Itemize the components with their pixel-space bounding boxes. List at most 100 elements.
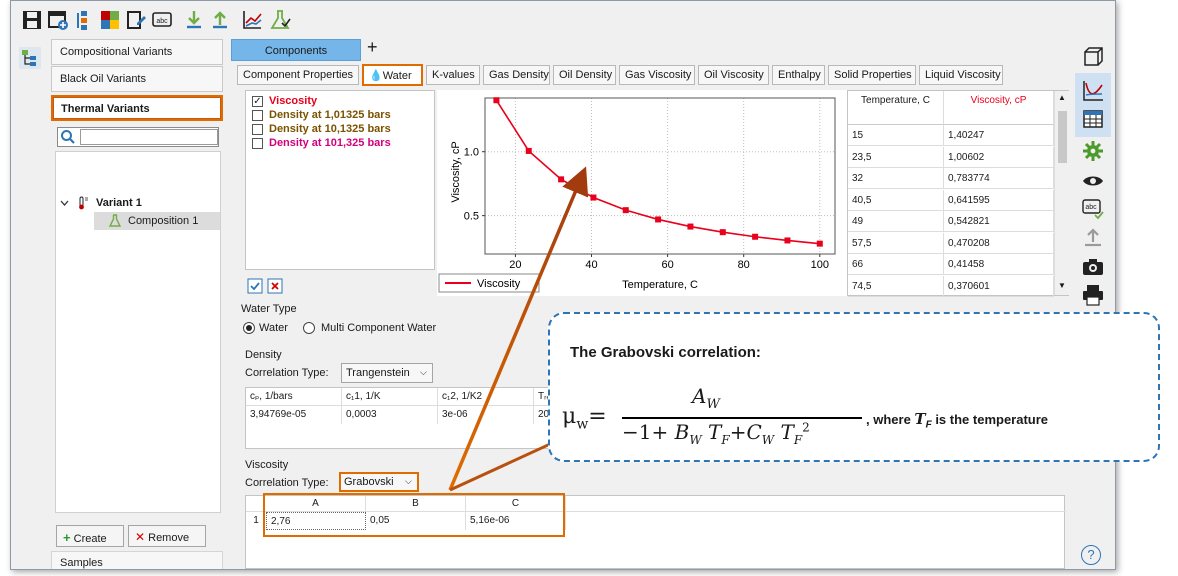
formula-callout: The Grabovski correlation: μw= AW −1+ BW… [548,312,1160,462]
tree-search[interactable] [57,127,219,147]
subtab-liquid-viscosity[interactable]: Liquid Viscosity [919,65,1003,85]
table-cell[interactable]: 0,370601 [944,275,1054,297]
curve-chart-icon[interactable] [1081,79,1105,103]
density-value-cell[interactable]: 3,94769e-05 [246,406,342,424]
density-header-cell[interactable]: cₚ, 1/bars [246,388,342,406]
save-icon[interactable] [21,9,43,31]
viscosity-correlation-select[interactable]: Grabovski ⌵ [339,472,419,492]
table-cell[interactable]: 1,00602 [944,146,1054,168]
subtab-oil-viscosity[interactable]: Oil Viscosity [698,65,769,85]
density-value-cell[interactable]: 0,0003 [342,406,438,424]
x-tick-label: 60 [661,259,673,271]
spellcheck-icon[interactable]: abc [151,9,173,31]
table-cell[interactable]: 0,542821 [944,211,1054,232]
tree-view-icon[interactable] [19,47,41,69]
data-point [752,233,759,240]
section-compositional-variants[interactable]: Compositional Variants [51,39,223,65]
data-point [784,237,791,244]
edit-icon[interactable] [125,9,147,31]
table-header-cell[interactable]: Viscosity, cP [944,91,1054,125]
table-cell[interactable]: 57,5 [848,232,944,254]
chevron-down-icon: ⌵ [420,367,427,377]
help-button[interactable]: ? [1081,545,1101,565]
grabovski-formula: μw= AW −1+ BW TF+CW TF2 , where TF is th… [562,384,1152,458]
density-header-cell[interactable]: c₁2, 1/K2 [438,388,534,406]
table-cell[interactable]: 32 [848,168,944,189]
subtab-gas-viscosity[interactable]: Gas Viscosity [619,65,695,85]
add-tab-button[interactable]: + [367,37,378,58]
chart-icon[interactable] [241,9,263,31]
subtab-enthalpy[interactable]: Enthalpy [772,65,825,85]
section-black-oil-variants[interactable]: Black Oil Variants [51,66,223,92]
scroll-up-icon[interactable]: ▲ [1058,93,1066,102]
formula-numerator: AW [692,384,720,412]
camera-icon[interactable] [1081,255,1105,279]
subtab-oil-density[interactable]: Oil Density [553,65,616,85]
water-type-group: Water Multi Component Water [241,319,481,339]
create-button[interactable]: + Create [56,525,124,547]
table-cell[interactable]: 15 [848,125,944,146]
y-axis-label: Viscosity, cP [450,141,462,202]
tree-item-variant[interactable]: Variant 1 [56,194,220,212]
upload-icon[interactable] [1081,225,1105,249]
series-label: Viscosity [269,95,318,107]
table-scrollbar[interactable]: ▲ ▼ [1054,91,1069,295]
density-value-cell[interactable]: 3e-06 [438,406,534,424]
section-thermal-variants[interactable]: Thermal Variants [51,95,223,121]
table-cell[interactable]: 0,783774 [944,168,1054,189]
table-header: Temperature, C Viscosity, cP [848,91,1054,125]
table-icon[interactable] [1081,107,1105,131]
chevron-down-icon[interactable] [60,199,69,207]
subtab-component-properties[interactable]: Component Properties [237,65,359,85]
remove-button[interactable]: ✕ Remove [128,525,206,547]
components-icon[interactable] [73,9,95,31]
subtab-water[interactable]: 💧Water [362,64,423,86]
checkbox[interactable] [252,110,263,121]
table-header-cell[interactable]: Temperature, C [848,91,944,125]
scroll-down-icon[interactable]: ▼ [1058,281,1066,290]
checkbox[interactable] [252,138,263,149]
subtab-gas-density[interactable]: Gas Density [483,65,550,85]
app-window: abc Compositional Variants Black Oil Var… [10,0,1116,570]
table-cell[interactable]: 0,41458 [944,254,1054,275]
checkbox[interactable]: ✓ [252,96,263,107]
gear-icon[interactable] [1081,139,1105,163]
print-icon[interactable] [1081,283,1105,307]
subtab-label: Oil Density [559,69,613,81]
data-point [590,194,597,201]
table-cell[interactable]: 1,40247 [944,125,1054,146]
export-icon[interactable] [209,9,231,31]
table-cell[interactable]: 66 [848,254,944,275]
tab-components[interactable]: Components [231,39,361,61]
uncheck-all-icon[interactable] [267,278,283,294]
left-icon-strip [11,39,47,569]
spellcheck-icon[interactable]: abc [1081,197,1105,221]
table-cell[interactable]: 23,5 [848,146,944,168]
checkbox[interactable] [252,124,263,135]
variants-icon[interactable] [99,9,121,31]
cube-icon[interactable] [1081,45,1105,69]
subtab-k-values[interactable]: K-values [426,65,480,85]
scroll-thumb[interactable] [1058,111,1067,163]
table-cell[interactable]: 40,5 [848,189,944,211]
table-cell[interactable]: 0,470208 [944,232,1054,254]
radio-water[interactable] [243,322,255,334]
subtab-solid-properties[interactable]: Solid Properties [828,65,916,85]
import-icon[interactable] [183,9,205,31]
table-cell[interactable]: 49 [848,211,944,232]
density-correlation-select[interactable]: Trangenstein ⌵ [341,363,433,383]
eye-icon[interactable] [1081,169,1105,193]
radio-multi-component-water[interactable] [303,322,315,334]
density-header-cell[interactable]: c₁1, 1/K [342,388,438,406]
search-input[interactable] [80,129,218,145]
check-all-icon[interactable] [247,278,263,294]
lab-icon[interactable] [269,9,291,31]
new-window-icon[interactable] [47,9,69,31]
tree-item-composition[interactable]: Composition 1 [94,212,220,230]
section-samples[interactable]: Samples [51,551,223,569]
subtab-label: Oil Viscosity [704,69,764,81]
flask-icon [108,214,122,227]
table-cell[interactable]: 0,641595 [944,189,1054,211]
water-type-label: Water Type [241,303,297,315]
table-cell[interactable]: 74,5 [848,275,944,297]
